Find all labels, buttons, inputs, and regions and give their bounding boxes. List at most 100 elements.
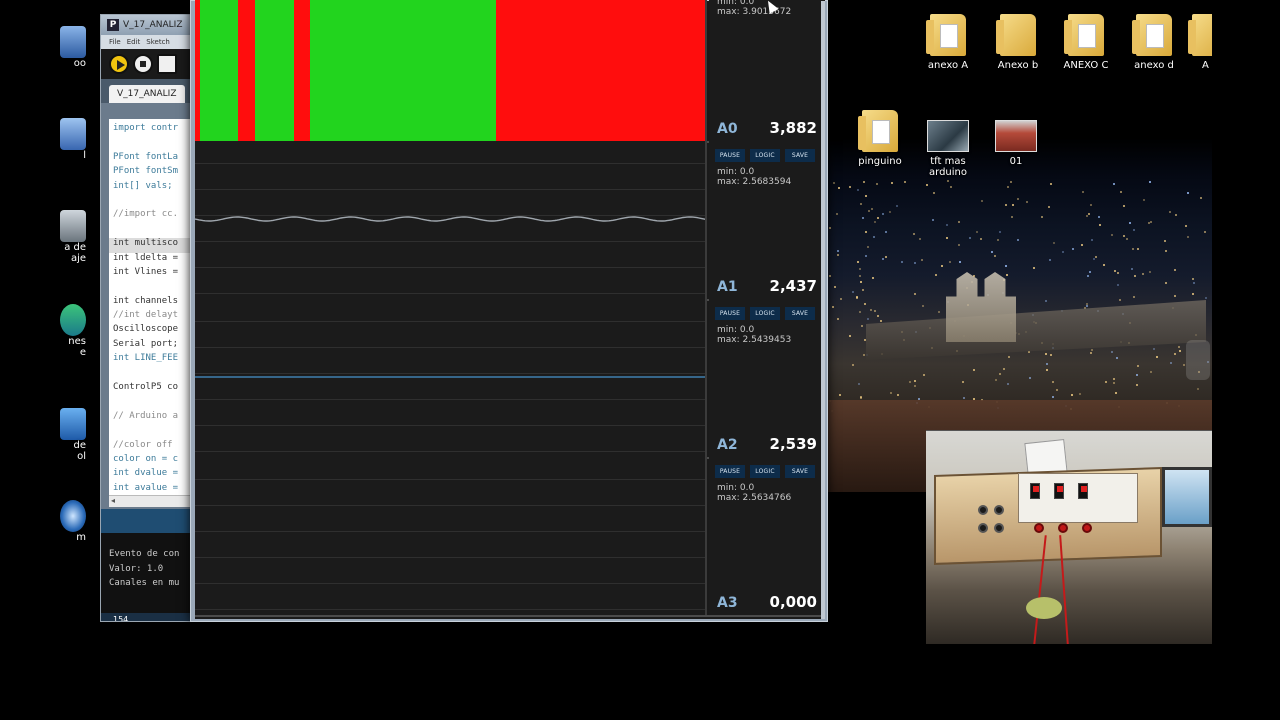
left-desktop-icon-6[interactable]: m (56, 500, 86, 543)
desktop-icon-pinguino[interactable]: pinguino (846, 110, 914, 167)
city-light (1095, 255, 1098, 258)
grid-line (195, 505, 705, 506)
city-light (1012, 204, 1015, 207)
channel-info-panel: PAUSE LOGIC SAVE min: 0.0 max: 2.5683594 A1 2,… (709, 141, 825, 299)
city-light (848, 334, 851, 337)
left-desktop-icon-2[interactable]: l (56, 118, 86, 161)
logic-button[interactable]: LOGIC (750, 149, 780, 162)
city-light (1091, 239, 1094, 242)
logic-high-bar (403, 0, 422, 141)
city-light (1070, 393, 1073, 396)
code-line: color on = c (113, 453, 179, 464)
pause-button[interactable]: PAUSE (715, 307, 745, 320)
city-light (1011, 216, 1014, 218)
city-light (828, 227, 831, 230)
city-light (1025, 200, 1028, 203)
ide-titlebar[interactable]: P V_17_ANALIZ (101, 15, 199, 35)
city-light (968, 236, 971, 239)
channel-name: A2 (717, 437, 738, 453)
pause-button[interactable]: PAUSE (715, 149, 745, 162)
city-light (1132, 296, 1135, 299)
run-button[interactable] (109, 54, 129, 74)
desktop-icon-partial[interactable]: A (1178, 14, 1212, 71)
save-button[interactable]: SAVE (785, 149, 815, 162)
desktop-icon-anexo-a[interactable]: anexo A (914, 14, 982, 71)
oscilloscope-window[interactable]: PAUSELOGICSAVEmin: 0.0max: 3.9013672A03,… (190, 0, 828, 622)
city-light (1179, 350, 1182, 353)
desktop-icon-tft-mas-arduino[interactable]: tft mas arduino (914, 120, 982, 178)
oscilloscope-canvas: PAUSELOGICSAVEmin: 0.0max: 3.9013672A03,… (195, 0, 825, 619)
city-light (975, 231, 978, 234)
channel-value: 2,437 (769, 277, 817, 295)
logic-button[interactable]: LOGIC (750, 465, 780, 478)
menu-sketch[interactable]: Sketch (146, 38, 170, 46)
menu-file[interactable]: File (109, 38, 121, 46)
left-desktop-icon-5[interactable]: de ol (56, 408, 86, 462)
desktop-icon-anexo-b[interactable]: Anexo b (984, 14, 1052, 71)
new-sketch-button[interactable] (157, 54, 177, 74)
folder-icon (858, 110, 898, 152)
pause-button[interactable]: PAUSE (715, 465, 745, 478)
city-light (995, 378, 998, 381)
save-button[interactable]: SAVE (785, 465, 815, 478)
city-light (933, 191, 936, 194)
channel-min: min: 0.0 (717, 483, 755, 493)
city-light (858, 310, 861, 313)
code-editor[interactable]: import contr PFont fontLa PFont fontSm int[… (109, 119, 199, 495)
code-line: Oscilloscope (113, 324, 179, 335)
city-light (1174, 352, 1177, 355)
folder-icon (926, 14, 966, 56)
city-light (1117, 272, 1120, 275)
tab-sketch[interactable]: V_17_ANALIZ (109, 85, 185, 103)
city-light (1044, 352, 1047, 355)
city-light (860, 396, 863, 398)
left-desktop-icon-4[interactable]: nes e (56, 304, 86, 358)
city-light (1186, 191, 1189, 194)
left-desktop-icon-1[interactable]: oo (56, 26, 86, 69)
city-light (862, 353, 865, 356)
city-light (1078, 393, 1081, 396)
city-light (1205, 297, 1208, 300)
city-light (873, 220, 876, 223)
channel-plot (195, 299, 707, 457)
city-light (1112, 382, 1115, 385)
device-jack-red (1058, 523, 1068, 533)
logic-button[interactable]: LOGIC (750, 307, 780, 320)
city-light (1184, 225, 1187, 228)
left-icon-label: m (76, 532, 86, 543)
city-light (940, 265, 943, 268)
city-light (958, 221, 961, 224)
city-light (1119, 298, 1122, 301)
desktop-icon-label: pinguino (858, 156, 902, 167)
city-light (1005, 264, 1008, 267)
channel-info-panel: PAUSE LOGIC SAVE min: 0.0 max: 2.5439453 A2 2,… (709, 299, 825, 457)
processing-ide-window[interactable]: P V_17_ANALIZ File Edit Sketch V_17_ANAL… (100, 14, 200, 622)
save-button[interactable]: SAVE (785, 307, 815, 320)
desktop-icon-anexo-c[interactable]: ANEXO C (1052, 14, 1120, 71)
editor-horizontal-scrollbar[interactable]: ◂ (109, 495, 199, 507)
city-light (980, 199, 983, 202)
channel-value: 2,539 (769, 435, 817, 453)
window-scrollbar[interactable] (821, 1, 825, 619)
stop-button[interactable] (133, 54, 153, 74)
city-light (884, 231, 887, 233)
console-line: Canales en mu (109, 578, 180, 589)
code-line: int channels (113, 295, 179, 306)
code-line: int multisco (109, 238, 199, 253)
city-light (832, 181, 835, 184)
processing-logo-icon: P (107, 19, 119, 31)
desktop-gadget[interactable] (1186, 340, 1210, 380)
left-desktop-icon-3[interactable]: a de aje (56, 210, 86, 264)
code-line: //color off (113, 439, 173, 450)
desktop-icon-01[interactable]: 01 (982, 120, 1050, 167)
menu-edit[interactable]: Edit (127, 38, 141, 46)
city-light (856, 297, 859, 300)
city-light (1133, 275, 1136, 278)
logic-high-bar (367, 0, 386, 141)
city-light (994, 254, 997, 257)
device-jack (978, 505, 988, 515)
city-light (922, 374, 925, 377)
